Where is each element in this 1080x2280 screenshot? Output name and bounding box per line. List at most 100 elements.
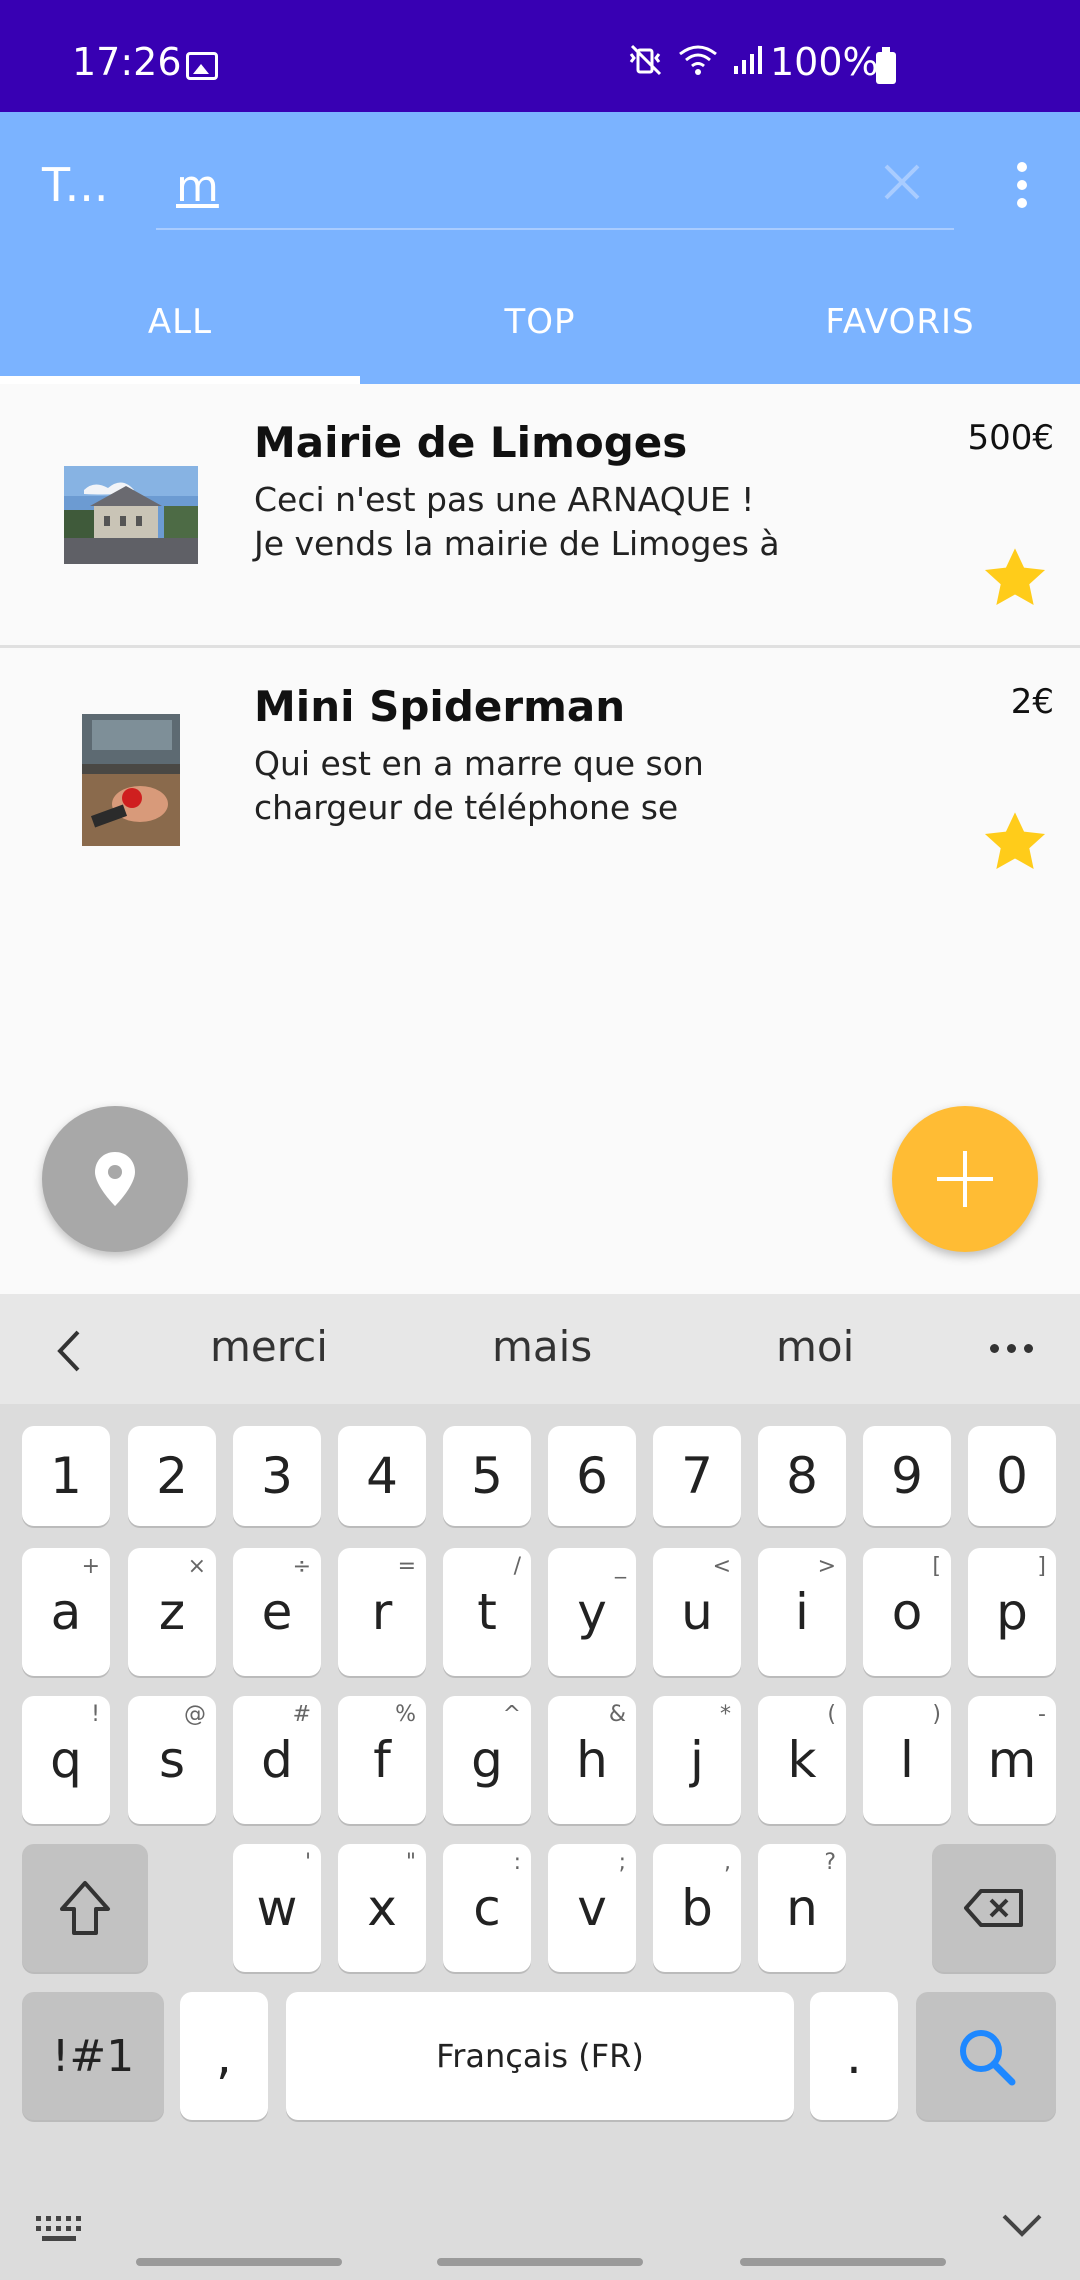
shift-icon [60,1881,110,1935]
key-c[interactable]: :c [443,1844,531,1972]
listing-description: Ceci n'est pas une ARNAQUE ! Je vends la… [254,478,954,566]
search-field [156,140,954,230]
key-hint: ^ [502,1702,521,1727]
app-bar: T... [0,112,1080,260]
listing-price: 500€ [967,418,1054,458]
key-label: 9 [891,1447,923,1505]
key-q[interactable]: ! q [22,1696,110,1824]
search-key[interactable] [916,1992,1056,2120]
key-1[interactable]: 1 [22,1426,110,1526]
suggestion-item[interactable]: merci [210,1322,328,1371]
more-vert-icon[interactable] [1010,162,1034,210]
key-k[interactable]: (k [758,1696,846,1824]
key-label: f [373,1731,391,1789]
search-icon [960,2030,1016,2086]
key-s[interactable]: @ s [128,1696,216,1824]
suggestion-item[interactable]: mais [492,1322,592,1371]
key-label: q [50,1731,82,1789]
key-b[interactable]: ,b [653,1844,741,1972]
nav-bar-home[interactable] [437,2258,643,2266]
key-hint: ) [932,1702,941,1727]
tab-favoris[interactable]: FAVORIS [720,260,1080,384]
key-hint: # [292,1702,311,1727]
key-e[interactable]: ÷ e [233,1548,321,1676]
list-item[interactable]: Mairie de Limoges Ceci n'est pas une ARN… [0,384,1080,648]
key-h[interactable]: & h [548,1696,636,1824]
add-listing-button[interactable] [892,1106,1038,1252]
key-label: t [477,1583,497,1641]
key-4[interactable]: 4 [338,1426,426,1526]
key-r[interactable]: = r [338,1548,426,1676]
listing-description: Qui est en a marre que son chargeur de t… [254,742,954,830]
listing-thumbnail [82,714,180,846]
key-m[interactable]: -m [968,1696,1056,1824]
key-2[interactable]: 2 [128,1426,216,1526]
symbols-key[interactable]: !#1 [22,1992,164,2120]
key-label: k [787,1731,817,1789]
chevron-left-icon[interactable] [50,1326,90,1376]
tab-all[interactable]: ALL [0,260,360,384]
listing-title: Mini Spiderman [254,682,626,731]
key-5[interactable]: 5 [443,1426,531,1526]
key-9[interactable]: 9 [863,1426,951,1526]
key-label: , [216,2027,232,2085]
shift-key[interactable] [22,1844,148,1972]
key-z[interactable]: × z [128,1548,216,1676]
key-3[interactable]: 3 [233,1426,321,1526]
key-8[interactable]: 8 [758,1426,846,1526]
chevron-down-icon[interactable] [1000,2210,1044,2240]
key-t[interactable]: / t [443,1548,531,1676]
listing-price: 2€ [1010,682,1054,722]
key-x[interactable]: " x [338,1844,426,1972]
keyboard-icon[interactable] [34,2214,84,2244]
key-0[interactable]: 0 [968,1426,1056,1526]
key-hint: = [397,1554,416,1579]
location-pin-icon [95,1152,135,1206]
key-u[interactable]: < u [653,1548,741,1676]
key-hint: [ [932,1554,941,1579]
key-p[interactable]: ] p [968,1548,1056,1676]
star-icon[interactable] [980,808,1050,878]
key-label: 8 [786,1447,818,1505]
key-j[interactable]: * j [653,1696,741,1824]
key-l[interactable]: ) l [863,1696,951,1824]
key-label: 5 [471,1447,503,1505]
key-label: . [846,2027,862,2085]
key-label: b [681,1879,713,1937]
period-key[interactable]: . [810,1992,898,2120]
key-o[interactable]: [o [863,1548,951,1676]
key-d[interactable]: # d [233,1696,321,1824]
listing-thumbnail [64,466,198,564]
key-w[interactable]: ' w [233,1844,321,1972]
key-g[interactable]: ^ g [443,1696,531,1824]
key-f[interactable]: % f [338,1696,426,1824]
backspace-key[interactable] [932,1844,1056,1972]
key-7[interactable]: 7 [653,1426,741,1526]
key-hint: / [513,1554,521,1579]
key-label: j [690,1731,704,1789]
key-a[interactable]: + a [22,1548,110,1676]
space-key[interactable]: Français (FR) [286,1992,794,2120]
key-hint: > [817,1554,836,1579]
location-button[interactable] [42,1106,188,1252]
close-icon[interactable] [882,162,922,202]
key-n[interactable]: ? n [758,1844,846,1972]
suggestion-item[interactable]: moi [776,1322,854,1371]
tab-top[interactable]: TOP [360,260,720,384]
search-input[interactable] [176,156,856,216]
list-item[interactable]: Mini Spiderman Qui est en a marre que so… [0,648,1080,912]
key-hint: , [724,1850,731,1875]
tab-top-label: TOP [504,302,576,342]
star-icon[interactable] [980,544,1050,614]
app-title: T... [42,158,109,212]
key-i[interactable]: > i [758,1548,846,1676]
key-v[interactable]: ; v [548,1844,636,1972]
more-suggestions-icon[interactable] [990,1344,1033,1353]
mute-vibrate-icon [629,44,662,76]
key-y[interactable]: _ y [548,1548,636,1676]
key-6[interactable]: 6 [548,1426,636,1526]
comma-key[interactable]: , [180,1992,268,2120]
key-hint: ; [618,1850,626,1875]
key-label: 1 [50,1447,82,1505]
status-time: 17:26 [72,40,182,84]
